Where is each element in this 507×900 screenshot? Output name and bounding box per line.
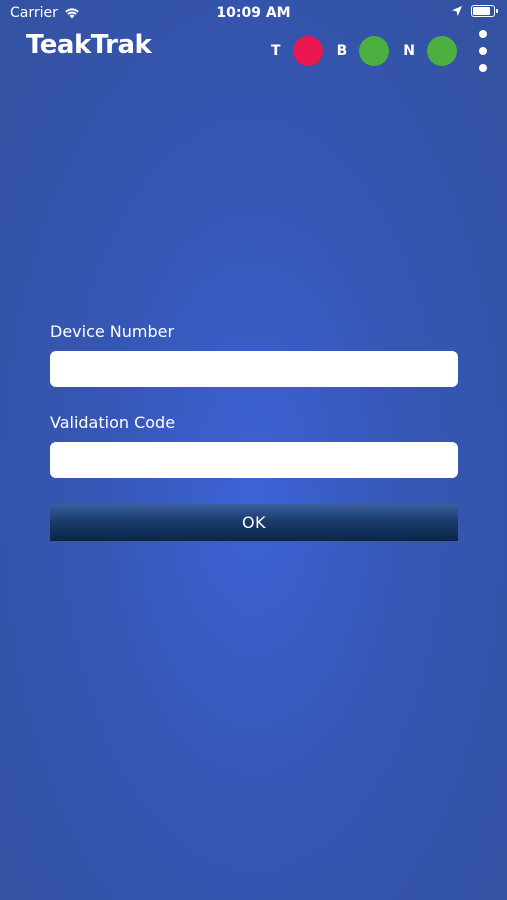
location-arrow-icon <box>452 6 462 16</box>
indicator-label: B <box>336 43 348 59</box>
indicator-n: N <box>403 36 457 66</box>
status-time: 10:09 AM <box>216 5 291 21</box>
indicator-status-dot <box>292 36 323 66</box>
more-vertical-icon <box>479 30 487 38</box>
status-bar: Carrier 10:09 AM <box>0 0 507 28</box>
indicator-status-dot <box>427 36 457 66</box>
validation-form: Device Number Validation Code OK <box>50 322 458 541</box>
battery-level <box>473 7 491 15</box>
indicator-status-dot <box>359 36 390 66</box>
more-vertical-icon <box>479 64 487 72</box>
indicator-t: T <box>271 36 337 66</box>
more-menu-button[interactable] <box>477 30 489 72</box>
device-number-input[interactable] <box>50 351 458 387</box>
status-indicators: TBN <box>271 36 457 66</box>
indicator-b: B <box>337 36 404 66</box>
more-vertical-icon <box>479 47 487 55</box>
device-number-label: Device Number <box>50 322 175 341</box>
app-header: TeakTrak T B N <box>0 28 507 74</box>
indicator-label: N <box>403 43 415 59</box>
ok-button[interactable]: OK <box>50 504 458 541</box>
validation-code-input[interactable] <box>50 442 458 478</box>
validation-code-label: Validation Code <box>50 413 176 432</box>
app-title: TeakTrak <box>26 30 152 60</box>
indicator-label: T <box>271 43 281 59</box>
status-right <box>451 5 498 17</box>
battery-icon <box>471 5 498 17</box>
